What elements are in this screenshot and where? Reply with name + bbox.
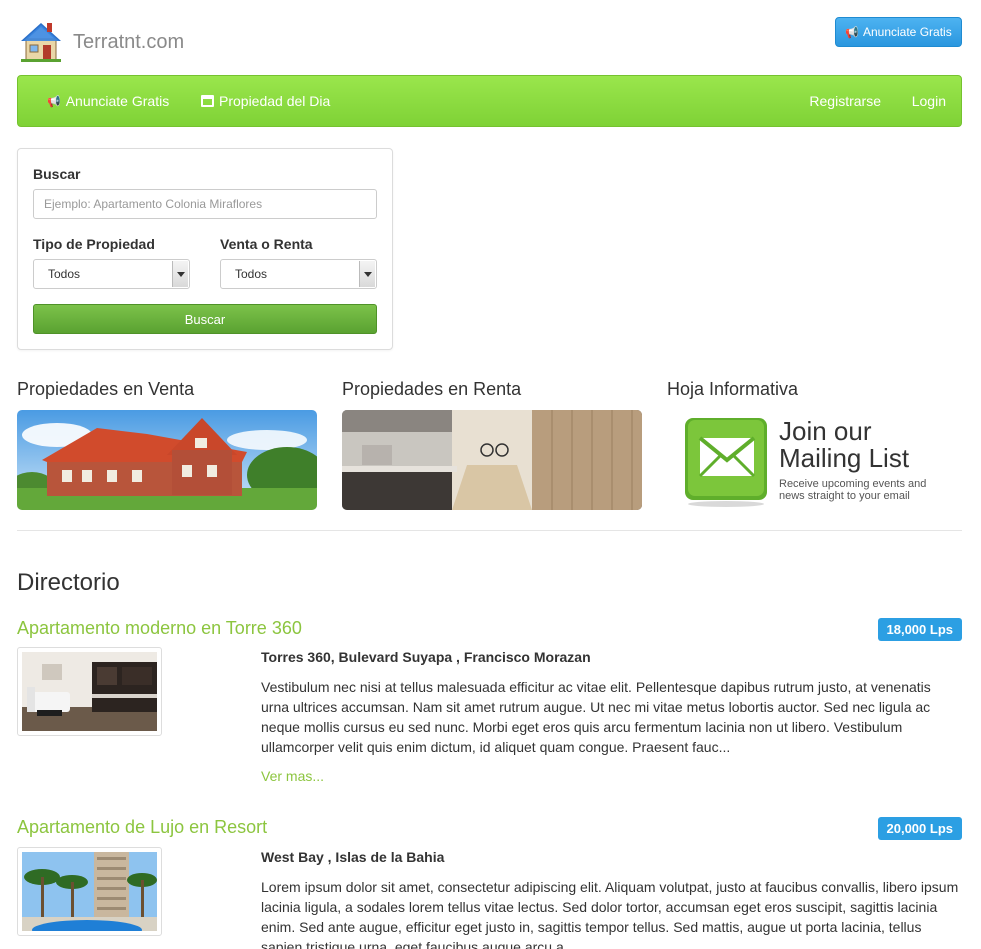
mailing-sub2: news straight to your email — [779, 490, 910, 502]
chevron-down-icon[interactable] — [172, 261, 188, 287]
nav-register[interactable]: Registrarse — [809, 76, 881, 126]
search-panel: Buscar Ejemplo: Apartamento Colonia Mira… — [17, 148, 393, 350]
property-type-value: Todos — [48, 267, 81, 281]
nav-property-of-day[interactable]: Propiedad del Dia — [201, 76, 330, 126]
sale-or-rent-value: Todos — [235, 267, 268, 281]
section-divider — [17, 530, 962, 531]
search-input[interactable]: Ejemplo: Apartamento Colonia Miraflores — [33, 189, 377, 219]
chevron-down-icon[interactable] — [359, 261, 375, 287]
sale-or-rent-select[interactable]: Todos — [220, 259, 377, 289]
site-header: Terratnt.com 📢 Anunciate Gratis — [17, 17, 962, 67]
brand-name[interactable]: Terratnt.com — [73, 31, 184, 54]
nav-advertise-free[interactable]: 📢 Anunciate Gratis — [47, 76, 169, 126]
listing-description: Lorem ipsum dolor sit amet, consectetur … — [261, 879, 959, 949]
sale-house-image[interactable] — [17, 410, 317, 510]
nav-property-of-day-label: Propiedad del Dia — [219, 93, 331, 109]
mailing-list-banner[interactable]: Join our Mailing List Receive upcoming e… — [667, 410, 967, 510]
house-logo-icon[interactable] — [17, 17, 65, 65]
megaphone-icon: 📢 — [47, 95, 61, 108]
rent-interior-image[interactable] — [342, 410, 642, 510]
listing-address: Torres 360, Bulevard Suyapa , Francisco … — [261, 649, 591, 665]
advertise-free-button[interactable]: 📢 Anunciate Gratis — [835, 17, 962, 47]
mailing-line1: Join our — [779, 416, 872, 446]
sale-or-rent-label: Venta o Renta — [220, 236, 313, 252]
nav-login[interactable]: Login — [912, 76, 946, 126]
calendar-icon — [201, 95, 214, 107]
property-type-label: Tipo de Propiedad — [33, 236, 155, 252]
main-navbar: 📢 Anunciate Gratis Propiedad del Dia Reg… — [17, 75, 962, 127]
properties-for-sale-title[interactable]: Propiedades en Venta — [17, 379, 194, 400]
price-badge: 20,000 Lps — [877, 817, 962, 840]
properties-for-rent-title[interactable]: Propiedades en Renta — [342, 379, 521, 400]
mailing-sub1: Receive upcoming events and — [779, 478, 926, 490]
read-more-link[interactable]: Ver mas... — [261, 768, 324, 784]
listing-thumbnail[interactable] — [17, 847, 162, 936]
search-label: Buscar — [33, 166, 81, 182]
price-badge: 18,000 Lps — [877, 618, 962, 641]
newsletter-title: Hoja Informativa — [667, 379, 799, 399]
megaphone-icon: 📢 — [845, 26, 859, 39]
mailing-line2: Mailing List — [779, 443, 910, 473]
property-type-select[interactable]: Todos — [33, 259, 190, 289]
nav-advertise-free-label: Anunciate Gratis — [65, 93, 170, 109]
listing-thumbnail[interactable] — [17, 647, 162, 736]
listing-title[interactable]: Apartamento moderno en Torre 360 — [17, 618, 302, 639]
directory-title: Directorio — [17, 569, 120, 596]
listing-address: West Bay , Islas de la Bahia — [261, 849, 445, 865]
listing-title[interactable]: Apartamento de Lujo en Resort — [17, 817, 267, 838]
search-button[interactable]: Buscar — [33, 304, 377, 334]
advertise-free-label: Anunciate Gratis — [862, 25, 952, 39]
listing-description: Vestibulum nec nisi at tellus malesuada … — [261, 679, 931, 755]
